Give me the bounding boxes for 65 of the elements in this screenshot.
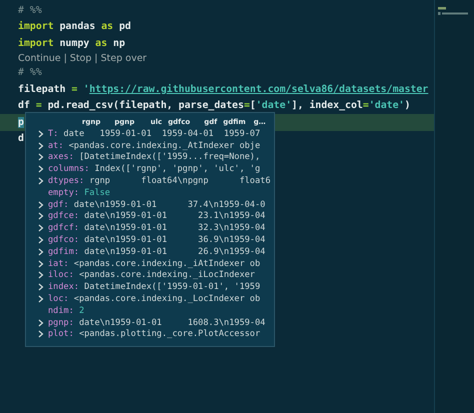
chevron-icon[interactable]: [38, 165, 44, 174]
chevron-icon[interactable]: [38, 142, 44, 150]
chevron-icon[interactable]: [38, 295, 44, 304]
property-value: False: [84, 188, 110, 198]
property-name: empty:: [48, 188, 80, 198]
property-value: <pandas.core.indexing._AtIndexer obje: [68, 140, 260, 151]
property-value: <pandas.core.indexing._iLocIndexer: [79, 270, 255, 280]
separator: |: [64, 52, 67, 64]
property-name: loc:: [48, 294, 69, 304]
property-value: DatetimeIndex(['1959-01-01', '1959: [84, 282, 260, 292]
property-name: axes:: [48, 152, 74, 162]
chevron-icon[interactable]: [38, 283, 44, 292]
code-line: d: [18, 133, 24, 144]
property-value: date\n1959-01-01 32.3\n1959-04: [84, 223, 266, 234]
property-value: <pandas.core.indexing._LocIndexer ob: [74, 294, 260, 304]
chevron-icon[interactable]: [38, 330, 44, 338]
property-value: <pandas.core.indexing._iAtIndexer ob: [74, 258, 260, 269]
property-name: at:: [48, 140, 64, 151]
property-value: <pandas.plotting._core.PlotAccessor: [79, 329, 260, 340]
chevron-icon[interactable]: [38, 318, 44, 327]
chevron-icon[interactable]: [38, 248, 44, 256]
chevron-icon[interactable]: [38, 271, 44, 280]
property-name: gdf:: [48, 200, 69, 210]
separator: |: [94, 52, 98, 64]
chevron-icon[interactable]: [38, 130, 44, 138]
property-value: [DatetimeIndex(['1959...freq=None),: [79, 152, 260, 162]
property-name: gdfim:: [48, 246, 80, 257]
minimap-drawing: [438, 7, 468, 17]
chevron-icon[interactable]: [38, 260, 44, 268]
chevron-icon[interactable]: [38, 212, 44, 220]
property-name: iat:: [48, 258, 69, 269]
property-name: T:: [48, 128, 58, 139]
code-line: import pandas as pd: [18, 21, 131, 32]
property-value: date\n1959-01-01 36.9\n1959-04: [84, 235, 266, 246]
property-value: date\n1959-01-01 26.9\n1959-04: [84, 246, 266, 257]
property-name: dtypes:: [48, 176, 84, 186]
code-line: import numpy as np: [18, 38, 126, 49]
chevron-icon[interactable]: [38, 236, 44, 244]
code-line: # %%: [18, 67, 42, 78]
codelens-link[interactable]: Stop: [70, 52, 92, 64]
chevron-icon[interactable]: [38, 177, 44, 186]
property-value: Index(['rgnp', 'pgnp', 'ulc', 'g: [94, 164, 260, 174]
property-name: columns:: [48, 164, 90, 174]
property-value: date\n1959-01-01 37.4\n1959-04-0: [74, 200, 266, 210]
code-line: df = pd.read_csv(filepath, parse_dates=['date'], index_col='date'): [18, 100, 410, 112]
code-line: filepath = 'https://raw.githubusercontent.com/selva86/datasets/master: [18, 84, 428, 95]
property-name: gdfco:: [48, 235, 80, 246]
property-value: 2: [79, 306, 84, 316]
property-value: date\n1959-01-01 1608.3\n1959-04: [79, 318, 266, 328]
property-name: index:: [48, 282, 80, 292]
property-name: pgnp:: [48, 318, 74, 328]
chevron-icon[interactable]: [38, 224, 44, 232]
code-line: # %%: [18, 4, 42, 16]
property-name: iloc:: [48, 270, 74, 280]
chevron-icon[interactable]: [38, 200, 44, 209]
property-value: date 1959-01-01 1959-04-01 1959-07: [64, 128, 260, 139]
codelens-link[interactable]: Continue: [18, 52, 61, 64]
property-value: rgnp float64\npgnp float6: [89, 176, 270, 186]
property-name: ndim:: [48, 306, 74, 316]
property-name: gdfcf:: [48, 223, 80, 234]
property-value: date\n1959-01-01 23.1\n1959-04: [84, 211, 266, 222]
chevron-icon[interactable]: [38, 153, 44, 162]
codelens-link[interactable]: Step over: [100, 52, 147, 64]
property-name: plot:: [48, 329, 74, 340]
property-name: gdfce:: [48, 211, 80, 222]
